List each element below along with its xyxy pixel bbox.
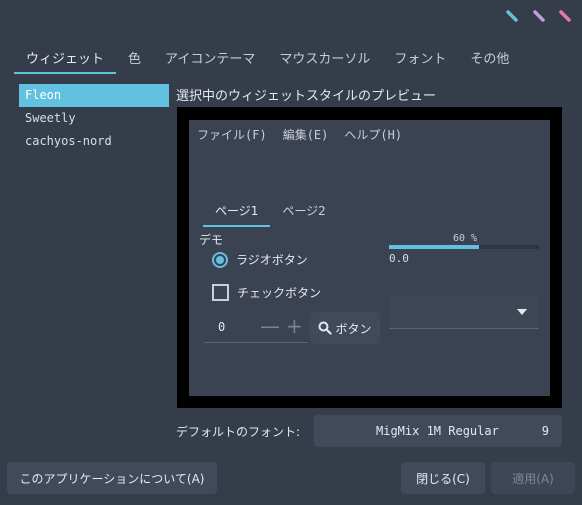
demo-radio-button[interactable]: ラジオボタン [212, 251, 308, 268]
demo-progress-bar [389, 245, 539, 249]
close-button[interactable] [559, 10, 571, 22]
tab-widgets[interactable]: ウィジェット [14, 44, 117, 74]
preview-title: 選択中のウィジェットスタイルのプレビュー [176, 89, 437, 104]
demo-check-button[interactable]: チェックボタン [212, 284, 321, 301]
demo-combo-box[interactable] [389, 296, 539, 329]
tab-other[interactable]: その他 [458, 44, 521, 72]
spin-value: 0 [218, 320, 226, 334]
tab-icon-theme[interactable]: アイコンテーマ [153, 44, 267, 72]
progress-label: 60 % [453, 233, 478, 244]
menu-file[interactable]: ファイル(F) [197, 126, 283, 143]
close-dialog-button[interactable]: 閉じる(C) [401, 462, 485, 494]
demo-search-button[interactable]: ボタン [310, 312, 380, 344]
tab-colors[interactable]: 色 [116, 44, 153, 72]
preview-menubar: ファイル(F) 編集(E) ヘルプ(H) [197, 126, 418, 143]
menu-edit[interactable]: 編集(E) [283, 126, 345, 143]
font-size: 9 [541, 424, 549, 438]
chevron-down-icon [517, 309, 527, 315]
font-chooser-button[interactable]: MigMix 1M Regular 9 [314, 415, 562, 447]
checkbox-indicator [212, 284, 229, 301]
scale-value: 0.0 [389, 252, 409, 265]
search-button-label: ボタン [335, 321, 372, 336]
preview-tab-page1[interactable]: ページ1 [203, 202, 271, 227]
spin-increment-button[interactable]: + [286, 314, 303, 338]
radio-label: ラジオボタン [236, 253, 308, 267]
demo-spin-button[interactable]: 0 — + [204, 312, 308, 343]
theme-item-sweetly[interactable]: Sweetly [19, 107, 169, 130]
widget-style-list: Fleon Sweetly cachyos-nord [19, 84, 169, 153]
tab-font[interactable]: フォント [382, 44, 458, 72]
theme-item-cachyos-nord[interactable]: cachyos-nord [19, 130, 169, 153]
menu-help[interactable]: ヘルプ(H) [344, 126, 418, 143]
check-label: チェックボタン [237, 286, 322, 300]
default-font-label: デフォルトのフォント: [176, 425, 301, 439]
radio-indicator [212, 251, 228, 268]
minimize-button[interactable] [506, 10, 518, 22]
about-button[interactable]: このアプリケーションについて(A) [7, 462, 217, 494]
spin-decrement-button[interactable]: — [260, 314, 280, 338]
maximize-icon [533, 10, 545, 22]
preview-tab-page2[interactable]: ページ2 [270, 202, 337, 227]
apply-button[interactable]: 適用(A) [491, 462, 575, 494]
close-icon [559, 10, 571, 22]
tab-mouse-cursor[interactable]: マウスカーソル [267, 44, 382, 72]
main-tabs: ウィジェット 色 アイコンテーマ マウスカーソル フォント その他 [14, 44, 521, 74]
minimize-icon [506, 10, 518, 22]
theme-item-fleon[interactable]: Fleon [19, 84, 169, 107]
search-icon [318, 321, 333, 335]
preview-tabs: ページ1 ページ2 [203, 202, 338, 227]
maximize-button[interactable] [533, 10, 545, 22]
font-name: MigMix 1M Regular [376, 424, 499, 438]
progress-fill [389, 245, 479, 249]
demo-group-label: デモ [199, 233, 224, 247]
